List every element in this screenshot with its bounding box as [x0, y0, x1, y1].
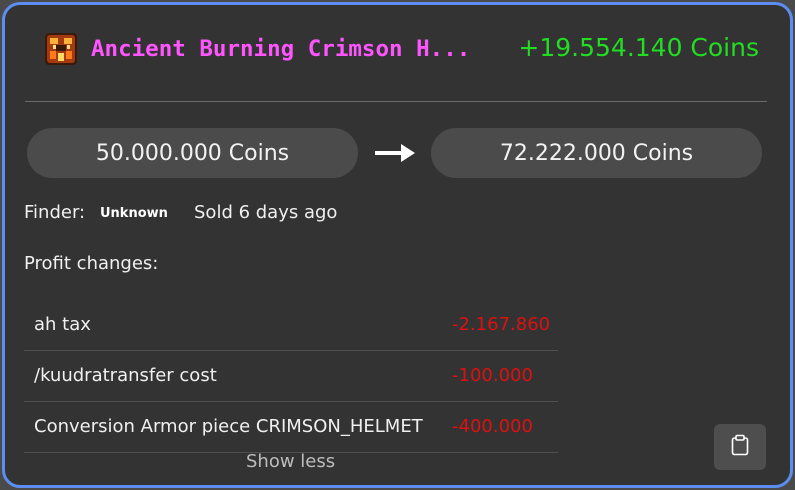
sold-time: Sold 6 days ago [194, 202, 338, 223]
copy-button[interactable] [714, 424, 766, 470]
arrow-right-icon [373, 142, 417, 164]
list-item: /kuudratransfer cost -100.000 [24, 351, 558, 402]
clipboard-icon [730, 434, 750, 460]
list-item: Conversion Armor piece CRIMSON_HELMET -4… [24, 402, 558, 453]
change-value: -2.167.860 [452, 314, 551, 335]
divider [25, 101, 767, 102]
show-less-button[interactable]: Show less [246, 451, 335, 472]
profit-amount: +19.554.140 Coins [518, 33, 759, 62]
profit-changes-list: ah tax -2.167.860 /kuudratransfer cost -… [24, 300, 558, 453]
flip-card: Ancient Burning Crimson H... +19.554.140… [2, 2, 793, 488]
buy-price: 50.000.000 Coins [27, 128, 358, 178]
flip-header: Ancient Burning Crimson H... +19.554.140… [41, 27, 761, 71]
finder-label: Finder: [24, 202, 86, 223]
change-value: -100.000 [452, 365, 533, 386]
finder-value: Unknown [100, 206, 168, 221]
item-name[interactable]: Ancient Burning Crimson H... [91, 34, 501, 64]
change-label: Conversion Armor piece CRIMSON_HELMET [34, 416, 423, 437]
crimson-helmet-icon [41, 29, 81, 69]
sell-price: 72.222.000 Coins [431, 128, 762, 178]
change-label: ah tax [34, 314, 91, 335]
change-label: /kuudratransfer cost [34, 365, 217, 386]
profit-changes-title: Profit changes: [24, 253, 159, 274]
change-value: -400.000 [452, 416, 533, 437]
list-item: ah tax -2.167.860 [24, 300, 558, 351]
